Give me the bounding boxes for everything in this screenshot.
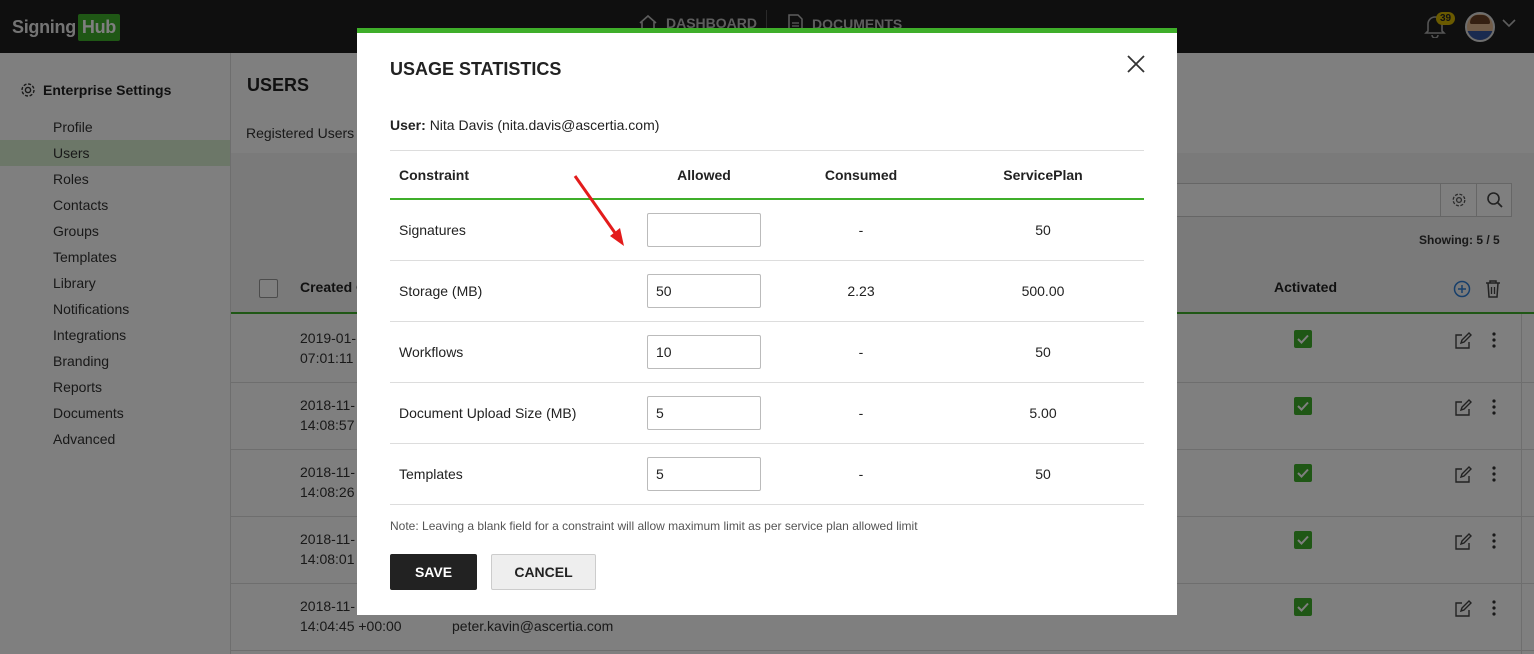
workflows-allowed-input[interactable] (647, 335, 761, 369)
red-arrow-annotation (573, 175, 624, 246)
column-consumed: Consumed (824, 167, 898, 183)
constraint-row-signatures: Signatures - 50 (390, 200, 1144, 261)
blank-field-note: Note: Leaving a blank field for a constr… (390, 519, 918, 533)
constraint-row-document-upload-size: Document Upload Size (MB) - 5.00 (390, 383, 1144, 444)
dialog-title: USAGE STATISTICS (390, 59, 562, 79)
constraint-row-templates: Templates - 50 (390, 444, 1144, 505)
column-constraint: Constraint (399, 167, 469, 183)
storage-allowed-input[interactable] (647, 274, 761, 308)
save-button[interactable]: SAVE (390, 554, 477, 590)
usage-statistics-dialog: USAGE STATISTICS User: Nita Davis (nita.… (357, 28, 1177, 615)
cancel-button[interactable]: CANCEL (491, 554, 596, 590)
column-allowed: Allowed (677, 167, 731, 183)
signatures-allowed-input[interactable] (647, 213, 761, 247)
constraint-row-storage: Storage (MB) 2.23 500.00 (390, 261, 1144, 322)
constraints-table-header: Constraint Allowed Consumed ServicePlan (390, 150, 1144, 200)
document-upload-size-allowed-input[interactable] (647, 396, 761, 430)
templates-allowed-input[interactable] (647, 457, 761, 491)
constraints-table: Constraint Allowed Consumed ServicePlan … (390, 150, 1144, 505)
column-service-plan: ServicePlan (1003, 167, 1083, 183)
user-info: User: Nita Davis (nita.davis@ascertia.co… (390, 117, 660, 133)
close-icon[interactable] (1125, 53, 1147, 75)
constraint-row-workflows: Workflows - 50 (390, 322, 1144, 383)
